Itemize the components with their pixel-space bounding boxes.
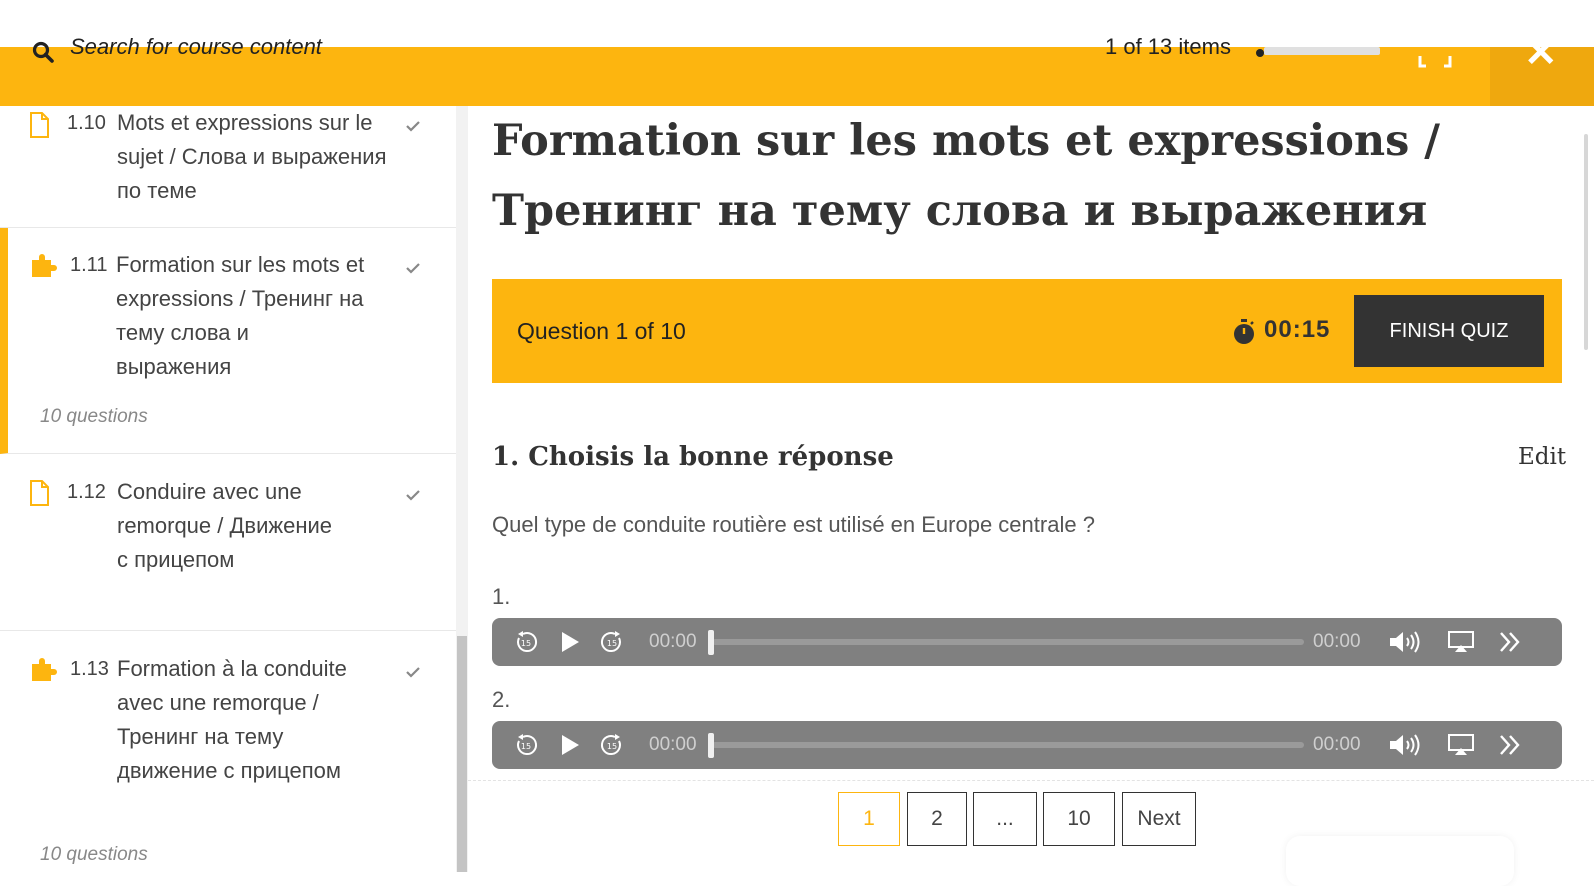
rewind-15-icon[interactable]: 15 — [514, 733, 538, 757]
sidebar-item-number: 1.11 — [70, 254, 108, 276]
play-icon[interactable] — [558, 733, 582, 757]
volume-icon[interactable] — [1388, 733, 1424, 757]
sidebar-item-1-13[interactable]: 1.13 Formation à la conduite avec une re… — [0, 631, 456, 872]
puzzle-icon — [30, 252, 57, 278]
sidebar-item-number: 1.12 — [67, 481, 106, 503]
question-count-label: 10 questions — [40, 844, 148, 865]
puzzle-icon — [30, 656, 57, 682]
airplay-icon[interactable] — [1448, 630, 1474, 654]
finish-quiz-button[interactable]: FINISH QUIZ — [1354, 295, 1544, 367]
answer-label: 1. — [492, 584, 511, 609]
course-header-bar: Search for course content 1 of 13 items … — [0, 33, 1594, 106]
sidebar-item-number: 1.10 — [67, 112, 106, 134]
fullscreen-icon[interactable] — [1418, 55, 1452, 68]
checkmark-icon — [405, 664, 421, 680]
svg-text:15: 15 — [607, 639, 617, 648]
sidebar-scrollbar[interactable] — [456, 106, 468, 872]
question-count-label: 10 questions — [40, 406, 148, 427]
edit-link[interactable]: Edit — [1518, 440, 1566, 474]
volume-icon[interactable] — [1388, 630, 1424, 654]
sidebar-item-label: Mots et expressions sur le sujet / Слова… — [117, 110, 387, 203]
seek-bar[interactable] — [712, 742, 1304, 748]
close-button[interactable]: ✕ — [1490, 33, 1594, 106]
content-scrollbar[interactable] — [1578, 110, 1594, 872]
page-button-1[interactable]: 1 — [838, 792, 900, 846]
sidebar-item-label: Formation sur les mots et expressions / … — [116, 252, 365, 379]
current-time: 00:00 — [649, 631, 697, 652]
quiz-timer: 00:15 — [1264, 316, 1331, 343]
playback-speed-icon[interactable] — [1498, 733, 1522, 757]
sidebar-item-1-12[interactable]: 1.12 Conduire avec une remorque / Движен… — [0, 454, 456, 631]
divider — [468, 780, 1594, 781]
floating-widget[interactable] — [1286, 836, 1514, 886]
sidebar-item-label: Conduire avec une remorque / Движение с … — [117, 479, 332, 572]
seek-handle[interactable] — [708, 733, 714, 758]
stopwatch-icon — [1232, 318, 1256, 346]
rewind-15-icon[interactable]: 15 — [514, 630, 538, 654]
page-title: Formation sur les mots et expressions / … — [492, 116, 1441, 236]
search-icon[interactable] — [32, 41, 54, 63]
svg-text:15: 15 — [607, 742, 617, 751]
progress-bar — [1264, 47, 1380, 55]
items-progress-label: 1 of 13 items — [1105, 34, 1231, 59]
next-page-button[interactable]: Next — [1122, 792, 1196, 846]
seek-handle[interactable] — [708, 630, 714, 655]
question-counter: Question 1 of 10 — [517, 318, 686, 344]
answer-label: 2. — [492, 687, 511, 712]
sidebar-scrollbar-thumb[interactable] — [457, 636, 467, 872]
page-button-10[interactable]: 10 — [1043, 792, 1115, 846]
course-sidebar: 1.10 Mots et expressions sur le sujet / … — [0, 106, 456, 872]
forward-15-icon[interactable]: 15 — [600, 733, 624, 757]
checkmark-icon — [405, 487, 421, 503]
content-scrollbar-thumb[interactable] — [1584, 134, 1588, 350]
audio-player: 15 15 00:00 00:00 — [492, 721, 1562, 769]
sidebar-item-1-11[interactable]: 1.11 Formation sur les mots et expressio… — [0, 228, 456, 454]
page-button-2[interactable]: 2 — [907, 792, 967, 846]
checkmark-icon — [405, 260, 421, 276]
question-text: Quel type de conduite routière est utili… — [492, 512, 1095, 537]
svg-text:15: 15 — [521, 639, 531, 648]
current-time: 00:00 — [649, 734, 697, 755]
checkmark-icon — [405, 118, 421, 134]
question-heading: 1. Choisis la bonne réponse — [492, 442, 894, 472]
document-icon — [29, 112, 55, 138]
close-icon: ✕ — [1524, 31, 1558, 75]
document-icon — [29, 480, 55, 506]
svg-text:15: 15 — [521, 742, 531, 751]
audio-player: 15 15 00:00 00:00 — [492, 618, 1562, 666]
search-input[interactable]: Search for course content — [70, 35, 322, 59]
progress-indicator-dot — [1256, 49, 1264, 57]
duration: 00:00 — [1313, 631, 1361, 652]
play-icon[interactable] — [558, 630, 582, 654]
forward-15-icon[interactable]: 15 — [600, 630, 624, 654]
quiz-status-bar: Question 1 of 10 00:15 FINISH QUIZ — [492, 279, 1562, 383]
page-ellipsis[interactable]: ... — [973, 792, 1037, 846]
sidebar-item-1-10[interactable]: 1.10 Mots et expressions sur le sujet / … — [0, 106, 456, 228]
airplay-icon[interactable] — [1448, 733, 1474, 757]
seek-bar[interactable] — [712, 639, 1304, 645]
playback-speed-icon[interactable] — [1498, 630, 1522, 654]
sidebar-item-label: Formation à la conduite avec une remorqu… — [117, 656, 347, 783]
duration: 00:00 — [1313, 734, 1361, 755]
sidebar-item-number: 1.13 — [70, 658, 109, 680]
quiz-content: Formation sur les mots et expressions / … — [468, 106, 1594, 872]
